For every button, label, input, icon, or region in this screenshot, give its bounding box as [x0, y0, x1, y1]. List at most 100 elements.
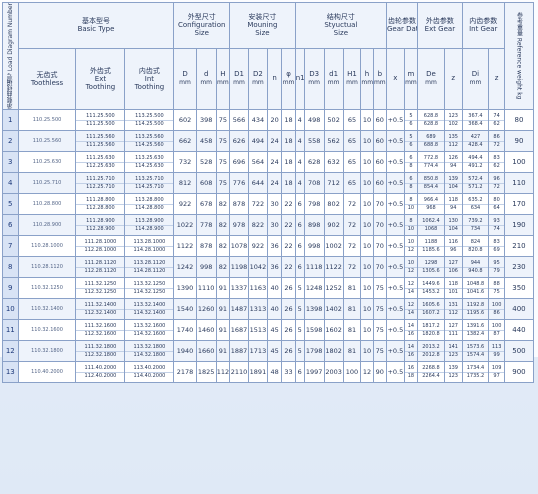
int-toothing-model-value: 114.32.1400 — [133, 309, 166, 316]
ext-teeth-value: 139 — [445, 176, 462, 184]
dim-d1: 696 — [229, 151, 249, 173]
reference-weight: 230 — [503, 256, 535, 278]
reference-weight: 210 — [503, 235, 535, 257]
module: 16 18 — [403, 361, 419, 383]
dim-h: 10 — [360, 298, 374, 320]
ext-teeth-value: 101 — [448, 288, 458, 295]
dim-d1: 1602 — [323, 319, 344, 341]
symbol-label: x — [393, 74, 398, 83]
row-number: 9 — [2, 277, 19, 299]
dim-h1: 81 — [342, 277, 362, 299]
ext-tip-diameter-value: 1188 — [418, 239, 444, 247]
dim-n: 40 — [266, 298, 283, 320]
table-row: 8 110.28.1120 111.28.1120 112.28.1120 113.28… — [2, 256, 535, 278]
ext-tip-diameter-value: 1607.2 — [422, 309, 440, 316]
dim-d1: 1122 — [323, 256, 344, 278]
ext-toothing-model: 111.28.800 112.28.800 — [75, 193, 126, 215]
int-tip-diameter: 1573.6 1574.4 — [461, 340, 490, 362]
dim-n: 24 — [266, 130, 283, 152]
ext-tip-diameter: 966.4 968 — [417, 193, 445, 215]
dim-n: 30 — [266, 214, 283, 236]
ext-teeth: 141 123 — [443, 340, 463, 362]
ext-tip-diameter: 1605.6 1607.2 — [417, 298, 445, 320]
int-toothing-model-value: 113.32.1250 — [125, 281, 173, 289]
dim-x: +0.5 — [385, 256, 405, 278]
int-toothing-model-value: 113.32.1600 — [125, 323, 173, 331]
dim-h1: 65 — [342, 109, 362, 131]
int-toothing-model-value: 113.28.1120 — [125, 260, 173, 268]
int-tip-diameter-value: 491.2 — [468, 162, 483, 169]
ext-teeth-value: 94 — [450, 204, 457, 211]
int-tip-diameter-value: 1195.6 — [466, 309, 485, 316]
int-teeth: 74 62 — [488, 109, 505, 131]
int-toothing-model-value: 114.28.1000 — [133, 246, 166, 253]
int-toothing-model-value: 114.25.630 — [135, 162, 164, 169]
ext-teeth-value: 104 — [448, 183, 458, 190]
ext-teeth: 127 106 — [443, 256, 463, 278]
structural-size-header: 结构尺寸 Styuctual Size — [294, 2, 387, 49]
int-toothing-model: 113.28.900 114.28.900 — [124, 214, 175, 236]
dim-h1: 81 — [342, 340, 362, 362]
dim-phi: 26 — [281, 319, 296, 341]
dim-n: 48 — [266, 361, 283, 383]
ext-toothing-model-value: 112.40.2000 — [84, 372, 117, 379]
dim-n1: 5 — [294, 319, 305, 341]
dim-x: +0.5 — [385, 172, 405, 194]
int-toothing-model-value: 113.28.800 — [125, 197, 173, 205]
symbol-header: H1 mm — [342, 47, 362, 111]
int-tip-diameter: 427 428.4 — [461, 130, 490, 152]
int-tip-diameter-value: 820.8 — [468, 246, 483, 253]
symbol-label: Di — [471, 70, 480, 79]
dim-n: 40 — [266, 277, 283, 299]
ext-teeth-value: 94 — [450, 162, 457, 169]
int-toothing-model-value: 113.25.630 — [125, 155, 173, 163]
ext-tip-diameter: 772.8 774.4 — [417, 151, 445, 173]
symbol-label: φ — [286, 70, 291, 79]
unit-label: mm — [405, 79, 417, 87]
reference-weight: 440 — [503, 319, 535, 341]
module: 12 14 — [403, 277, 419, 299]
toothless-model: 110.28.900 — [17, 214, 77, 236]
dim-b: 90 — [372, 361, 387, 383]
int-teeth: 109 97 — [488, 361, 505, 383]
dim-h1: 81 — [342, 319, 362, 341]
ext-tip-diameter-value: 2268.8 — [418, 365, 444, 373]
dim-phi: 26 — [281, 340, 296, 362]
ext-toothing-model: 111.32.1250 112.32.1250 — [75, 277, 126, 299]
ext-teeth: 126 94 — [443, 151, 463, 173]
ext-toothing-model: 111.40.2000 112.40.2000 — [75, 361, 126, 383]
dim-d1: 566 — [229, 109, 249, 131]
int-toothing-model-value: 113.40.2000 — [125, 365, 173, 373]
ext-teeth-value: 123 — [445, 113, 462, 121]
dim-h: 91 — [215, 319, 231, 341]
int-tip-diameter-value: 1573.6 — [463, 344, 488, 352]
ext-toothing-model-value: 112.32.1800 — [84, 351, 117, 358]
ext-toothing-model: 111.32.1800 112.32.1800 — [75, 340, 126, 362]
ext-teeth-value: 130 — [445, 218, 462, 226]
int-teeth-value: 88 — [489, 281, 504, 289]
toothless-model: 110.28.1120 — [17, 256, 77, 278]
int-teeth-value: 83 — [489, 239, 504, 247]
int-toothing-model: 113.25.500 114.25.500 — [124, 109, 175, 131]
reference-weight: 900 — [503, 361, 535, 383]
dim-h1: 72 — [342, 193, 362, 215]
table-row: 11 110.32.1600 111.32.1600 112.32.1600 113.3… — [2, 319, 535, 341]
ext-toothing-model-value: 111.25.630 — [76, 155, 124, 163]
int-toothing-model: 113.25.630 114.25.630 — [124, 151, 175, 173]
ext-tip-diameter: 1062.4 1068 — [417, 214, 445, 236]
symbol-label: H — [220, 70, 226, 79]
int-tip-diameter-value: 428.4 — [468, 141, 483, 148]
dim-n1: 4 — [294, 130, 305, 152]
ext-toothing-model-value: 111.28.1120 — [76, 260, 124, 268]
int-tip-diameter: 1048.8 1041.6 — [461, 277, 490, 299]
module-value: 18 — [407, 372, 415, 379]
dim-x: +0.5 — [385, 277, 405, 299]
reference-weight-header: 参考重量 Reference weight kg — [503, 2, 535, 110]
toothless-model: 110.32.1800 — [17, 340, 77, 362]
ext-tip-diameter-value: 850.8 — [418, 176, 444, 184]
module: 10 12 — [403, 235, 419, 257]
ext-toothing-model-value: 112.32.1600 — [84, 330, 117, 337]
dim-x: +0.5 — [385, 340, 405, 362]
symbol-label: d1 — [329, 70, 339, 79]
dim-h: 10 — [360, 130, 374, 152]
